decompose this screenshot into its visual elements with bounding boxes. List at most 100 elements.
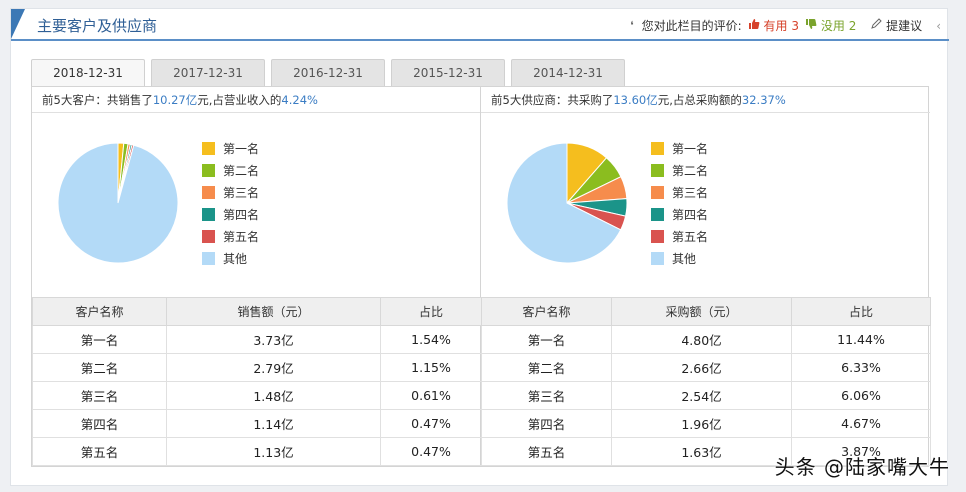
legend-item[interactable]: 第二名: [202, 159, 259, 181]
legend-item[interactable]: 第三名: [651, 181, 708, 203]
table-row: 第二名 2.79亿 1.15%: [32, 353, 482, 382]
legend-item[interactable]: 第一名: [651, 137, 708, 159]
row-name: 第一名: [481, 325, 612, 354]
legend-label: 第一名: [672, 141, 709, 156]
legend-swatch: [202, 207, 215, 221]
row-ratio: 0.61%: [380, 381, 482, 410]
panel-title: 主要客户及供应商: [37, 17, 158, 35]
customers-summary-amount: 10.27亿: [152, 93, 198, 107]
page-background: 主要客户及供应商 ❛ 您对此栏目的评价: 有用 3 没用 2 提建议 ‹ 201…: [0, 0, 966, 492]
panel-header: 主要客户及供应商 ❛ 您对此栏目的评价: 有用 3 没用 2 提建议 ‹: [11, 9, 949, 41]
row-name: 第二名: [32, 353, 167, 382]
tab-2016-12-31[interactable]: 2016-12-31: [271, 59, 385, 86]
customer-supplier-panel: 主要客户及供应商 ❛ 您对此栏目的评价: 有用 3 没用 2 提建议 ‹ 201…: [10, 8, 949, 486]
suppliers-legend: 第一名第二名第三名第四名第五名其他: [651, 137, 708, 269]
customers-legend: 第一名第二名第三名第四名第五名其他: [202, 137, 259, 269]
table-row: 第五名 1.13亿 0.47%: [32, 437, 482, 466]
legend-label: 其他: [223, 251, 248, 266]
suppliers-summary-amount: 13.60亿: [613, 93, 658, 107]
pie-slice-6[interactable]: [57, 142, 179, 264]
collapse-icon[interactable]: ‹: [936, 19, 941, 33]
table-row: 第三名 1.48亿 0.61%: [32, 381, 482, 410]
table-row: 第一名 3.73亿 1.54%: [32, 325, 482, 354]
row-amount: 1.63亿: [611, 437, 792, 466]
col-header-ratio: 占比: [380, 297, 482, 326]
useless-button[interactable]: 没用 2: [805, 17, 856, 34]
legend-item[interactable]: 第三名: [202, 181, 259, 203]
suppliers-summary-mid: 元,占总采购额的: [657, 93, 742, 107]
legend-label: 第五名: [223, 229, 260, 244]
legend-item[interactable]: 第一名: [202, 137, 259, 159]
legend-label: 第一名: [223, 141, 260, 156]
rating-bar: ❛ 您对此栏目的评价: 有用 3 没用 2 提建议 ‹: [630, 17, 941, 34]
legend-swatch: [651, 163, 664, 177]
row-ratio: 6.33%: [791, 353, 931, 382]
legend-label: 其他: [672, 251, 697, 266]
row-amount: 4.80亿: [611, 325, 792, 354]
row-ratio: 0.47%: [380, 437, 482, 466]
legend-item[interactable]: 第二名: [651, 159, 708, 181]
tab-content: 前5大客户：共销售了10.27亿元,占营业收入的4.24% 第一名 第二名 第三名第…: [31, 86, 931, 467]
useful-button[interactable]: 有用 3: [748, 17, 799, 34]
legend-item[interactable]: 其他: [651, 247, 708, 269]
row-name: 第四名: [481, 409, 612, 438]
suppliers-summary-pct: 32.37%: [741, 93, 786, 107]
customers-table: 客户名称 销售额（元） 占比 第一名 3.73亿 1.54% 第二名 2.79亿 1.1…: [32, 297, 482, 466]
suppliers-summary: 前5大供应商：共采购了13.60亿元,占总采购额的32.37%: [481, 87, 930, 113]
col-header-amount: 销售额（元）: [166, 297, 381, 326]
watermark: 头条 @陆家嘴大牛: [774, 455, 950, 479]
row-name: 第四名: [32, 409, 167, 438]
row-name: 第五名: [481, 437, 612, 466]
legend-item[interactable]: 第五名: [651, 225, 708, 247]
thumbs-down-icon: [806, 19, 817, 29]
legend-item[interactable]: 其他: [202, 247, 259, 269]
suppliers-pie-chart: [506, 142, 628, 264]
row-amount: 1.14亿: [166, 409, 381, 438]
row-name: 第三名: [481, 381, 612, 410]
row-name: 第二名: [481, 353, 612, 382]
customers-summary-pct: 4.24%: [281, 93, 318, 107]
suggest-label: 提建议: [886, 19, 923, 33]
tab-2014-12-31[interactable]: 2014-12-31: [511, 59, 625, 86]
row-name: 第五名: [32, 437, 167, 466]
legend-label: 第二名: [223, 163, 260, 178]
customers-pie-chart: [57, 142, 179, 264]
legend-swatch: [202, 251, 215, 265]
legend-swatch: [651, 229, 664, 243]
legend-label: 第二名: [672, 163, 709, 178]
legend-label: 第四名: [223, 207, 260, 222]
legend-item[interactable]: 第四名: [651, 203, 708, 225]
customers-chart-area: 第一名第二名第三名第四名第五名其他: [32, 113, 480, 297]
legend-swatch: [651, 141, 664, 155]
legend-item[interactable]: 第四名: [202, 203, 259, 225]
legend-item[interactable]: 第五名: [202, 225, 259, 247]
row-amount: 1.96亿: [611, 409, 792, 438]
col-header-amount: 采购额（元）: [611, 297, 792, 326]
useless-label: 没用: [820, 19, 845, 33]
col-header-name: 客户名称: [481, 297, 612, 326]
legend-swatch: [651, 207, 664, 221]
customers-summary-mid: 元,占营业收入的: [197, 93, 282, 107]
row-amount: 3.73亿: [166, 325, 381, 354]
legend-swatch: [202, 163, 215, 177]
row-amount: 1.48亿: [166, 381, 381, 410]
legend-label: 第三名: [672, 185, 709, 200]
row-name: 第三名: [32, 381, 167, 410]
legend-label: 第五名: [672, 229, 709, 244]
legend-swatch: [202, 141, 215, 155]
useless-count: 2: [848, 19, 857, 33]
tab-2017-12-31[interactable]: 2017-12-31: [151, 59, 265, 86]
pencil-icon: [871, 18, 883, 29]
row-ratio: 1.54%: [380, 325, 482, 354]
row-ratio: 11.44%: [791, 325, 931, 354]
customers-summary-prefix: 前5大客户：共销售了: [42, 93, 153, 107]
row-ratio: 4.67%: [791, 409, 931, 438]
legend-swatch: [202, 185, 215, 199]
tab-2018-12-31[interactable]: 2018-12-31: [31, 59, 145, 87]
table-row: 第三名 2.54亿 6.06%: [481, 381, 931, 410]
legend-label: 第三名: [223, 185, 260, 200]
useful-count: 3: [791, 19, 800, 33]
tab-2015-12-31[interactable]: 2015-12-31: [391, 59, 505, 86]
suggest-button[interactable]: 提建议: [870, 17, 922, 34]
legend-swatch: [202, 229, 215, 243]
